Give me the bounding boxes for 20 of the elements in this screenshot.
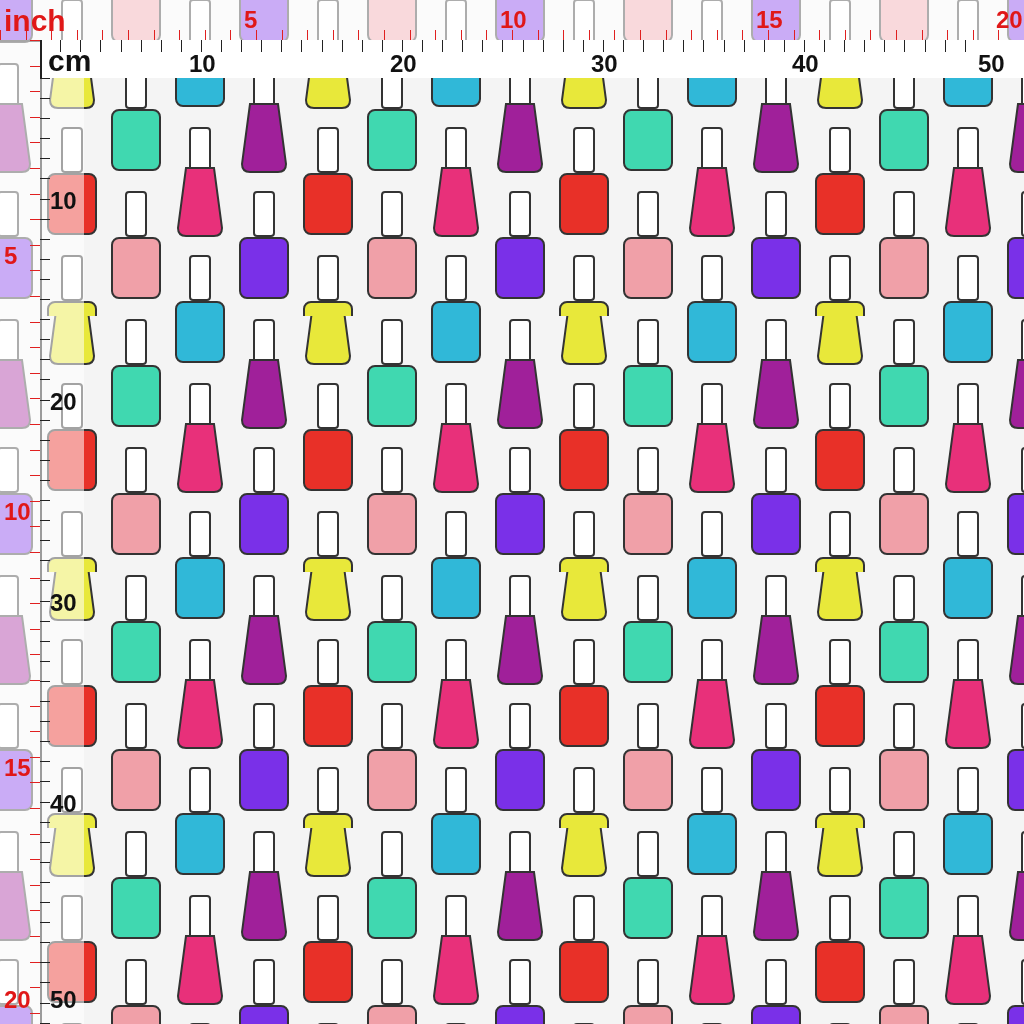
ruler-number: 20: [390, 52, 417, 76]
ruler-number: 10: [189, 52, 216, 76]
ruler-number: 30: [50, 591, 77, 615]
ruler-number: 10: [50, 189, 77, 213]
ruler-number: 50: [978, 52, 1005, 76]
ruler-unit-label: inch: [4, 6, 66, 36]
ruler-unit-label: cm: [48, 46, 92, 76]
ruler-number: 20: [996, 8, 1023, 32]
ruler-number: 50: [50, 988, 77, 1012]
ruler-number: 10: [500, 8, 527, 32]
ruler-number: 5: [244, 8, 258, 32]
ruler-number: 20: [50, 390, 77, 414]
ruler-number: 15: [756, 8, 783, 32]
ruler-number: 5: [4, 244, 18, 268]
ruler-number: 20: [4, 988, 31, 1012]
ruler-number: 40: [50, 792, 77, 816]
ruler-number: 30: [591, 52, 618, 76]
ruler-number: 40: [792, 52, 819, 76]
ruler-number: 15: [4, 756, 31, 780]
ruler-number: 10: [4, 500, 31, 524]
